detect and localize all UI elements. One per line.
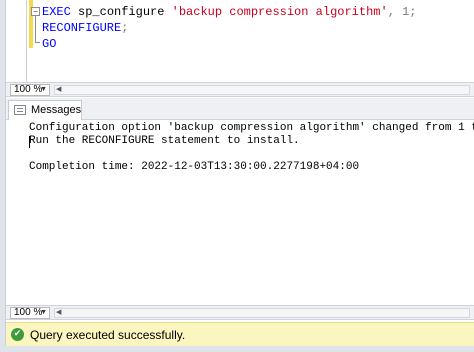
results-zoom-value: 100 % bbox=[14, 307, 43, 318]
tab-messages[interactable]: Messages bbox=[8, 100, 82, 120]
string-literal: 'backup compression algorithm' bbox=[171, 5, 388, 19]
query-window: − EXEC sp_configure 'backup compression … bbox=[0, 0, 474, 352]
scroll-left-arrow-icon[interactable]: ◀ bbox=[56, 308, 61, 316]
message-line-2: Run the RECONFIGURE statement to install… bbox=[29, 135, 300, 147]
editor-zoom-bar: 100 % ▼ ◀ bbox=[6, 82, 474, 97]
code-line-1: EXEC sp_configure 'backup compression al… bbox=[42, 4, 417, 20]
text-caret bbox=[29, 136, 30, 148]
query-status-bar: ✔ Query executed successfully. bbox=[6, 322, 474, 346]
chevron-down-icon: ▼ bbox=[40, 86, 47, 93]
code-semicolon: ; bbox=[121, 21, 129, 35]
collapse-toggle-icon[interactable]: − bbox=[31, 7, 40, 16]
procedure-name: sp_configure bbox=[78, 5, 165, 19]
completion-time: Completion time: 2022-12-03T13:30:00.227… bbox=[29, 161, 360, 173]
window-bottom-edge bbox=[0, 346, 474, 352]
scroll-left-arrow-icon[interactable]: ◀ bbox=[56, 85, 61, 93]
results-horizontal-scrollbar[interactable]: ◀ bbox=[54, 308, 470, 318]
message-line-1: Configuration option 'backup compression… bbox=[29, 122, 474, 134]
tab-messages-label: Messages bbox=[31, 104, 82, 116]
code-punctuation: , 1; bbox=[387, 5, 417, 19]
query-editor[interactable]: − EXEC sp_configure 'backup compression … bbox=[6, 0, 474, 82]
status-text: Query executed successfully. bbox=[30, 328, 186, 342]
editor-horizontal-scrollbar[interactable]: ◀ bbox=[54, 85, 470, 95]
check-circle-icon: ✔ bbox=[11, 328, 24, 341]
editor-zoom-dropdown[interactable]: 100 % ▼ bbox=[10, 84, 50, 96]
keyword-go: GO bbox=[42, 37, 57, 51]
messages-pane[interactable]: Configuration option 'backup compression… bbox=[6, 120, 474, 305]
code-line-2: RECONFIGURE; bbox=[42, 20, 417, 36]
keyword-reconfigure: RECONFIGURE bbox=[42, 21, 122, 35]
chevron-down-icon: ▼ bbox=[40, 309, 47, 316]
keyword-exec: EXEC bbox=[42, 5, 71, 19]
results-zoom-dropdown[interactable]: 100 % ▼ bbox=[10, 307, 50, 319]
messages-icon bbox=[14, 105, 26, 115]
results-tab-strip: Messages bbox=[6, 98, 474, 120]
code-text[interactable]: EXEC sp_configure 'backup compression al… bbox=[42, 4, 417, 52]
outline-end bbox=[35, 42, 40, 43]
editor-gutter bbox=[26, 0, 27, 82]
outline-line bbox=[35, 16, 36, 42]
editor-zoom-value: 100 % bbox=[14, 84, 43, 95]
code-line-3: GO bbox=[42, 36, 417, 52]
results-zoom-bar: 100 % ▼ ◀ bbox=[6, 305, 474, 320]
